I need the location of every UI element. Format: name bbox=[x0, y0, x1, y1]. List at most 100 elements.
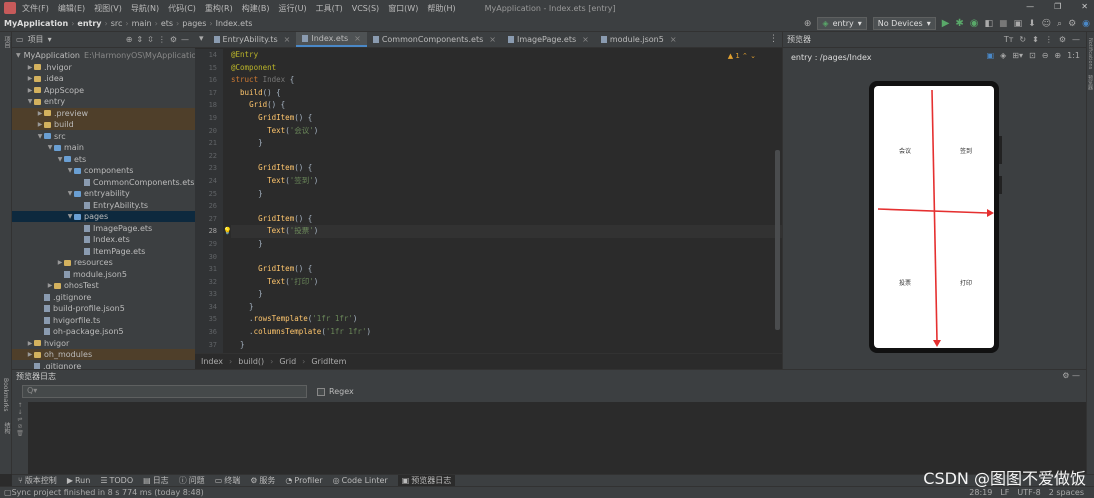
run-icon[interactable]: ▶ bbox=[942, 18, 950, 29]
warning-indicator[interactable]: ▲ 1 ⌃ ⌄ bbox=[728, 52, 756, 60]
profile-icon[interactable]: ◉ bbox=[970, 18, 979, 29]
breadcrumb-item[interactable]: Index.ets bbox=[216, 19, 253, 28]
code-line[interactable]: GridItem() { bbox=[231, 162, 782, 175]
soft-wrap-icon[interactable]: ⇌ bbox=[12, 416, 28, 423]
structure-tool-button[interactable]: 结构 bbox=[2, 422, 11, 434]
code-line[interactable]: Text('会议') bbox=[231, 125, 782, 138]
tree-folder[interactable]: ▼ pages bbox=[12, 211, 195, 222]
tree-file[interactable]: .gitignore bbox=[12, 292, 195, 303]
editor-tab[interactable]: CommonComponents.ets × bbox=[367, 32, 502, 47]
menu-item[interactable]: 帮助(H) bbox=[427, 3, 455, 14]
tool-window-button[interactable]: ◔ Profiler bbox=[285, 476, 322, 485]
tree-file[interactable]: hvigorfile.ts bbox=[12, 315, 195, 326]
tool-window-button[interactable]: ⑂ 版本控制 bbox=[18, 475, 57, 486]
zoom-out-icon[interactable]: ⊖ bbox=[1042, 51, 1049, 60]
close-icon[interactable]: ✕ bbox=[1081, 2, 1088, 11]
code-line[interactable]: Grid() { bbox=[231, 99, 782, 112]
expand-all-icon[interactable]: ⇕ bbox=[136, 35, 143, 44]
code-line[interactable]: GridItem() { bbox=[231, 213, 782, 226]
chevron-down-icon[interactable]: ▼ bbox=[66, 211, 74, 222]
tree-folder[interactable]: ▶ resources bbox=[12, 257, 195, 268]
editor-tab[interactable]: EntryAbility.ts × bbox=[208, 32, 297, 47]
stop-icon[interactable]: ■ bbox=[999, 19, 1008, 29]
chevron-down-icon[interactable]: ▼ bbox=[36, 131, 44, 142]
menu-item[interactable]: 代码(C) bbox=[168, 3, 196, 14]
tree-folder[interactable]: ▶ hvigor bbox=[12, 338, 195, 349]
chevron-right-icon[interactable]: ▶ bbox=[26, 62, 34, 73]
inspector-icon[interactable]: ▣ bbox=[987, 51, 995, 60]
code-line[interactable]: Text('签到') bbox=[231, 175, 782, 188]
menu-item[interactable]: 工具(T) bbox=[316, 3, 343, 14]
code-line[interactable]: @Component bbox=[231, 62, 782, 75]
run-config-select[interactable]: ◈ entry ▾ bbox=[817, 17, 867, 30]
close-icon[interactable]: × bbox=[354, 34, 361, 43]
tree-folder[interactable]: ▶ AppScope bbox=[12, 85, 195, 96]
tool-window-button[interactable]: ▭ 终端 bbox=[215, 475, 241, 486]
chevron-right-icon[interactable]: ▶ bbox=[36, 119, 44, 130]
chevron-right-icon[interactable]: ▶ bbox=[26, 349, 34, 360]
tree-folder[interactable]: ▶ .preview bbox=[12, 107, 195, 119]
close-icon[interactable]: × bbox=[582, 35, 589, 44]
gear-icon[interactable]: ⚙ bbox=[1068, 19, 1076, 29]
tree-file[interactable]: EntryAbility.ts bbox=[12, 200, 195, 211]
scroll-down-icon[interactable]: ↓ bbox=[12, 409, 28, 416]
chevron-right-icon[interactable]: ▶ bbox=[46, 280, 54, 291]
tree-file[interactable]: oh-package.json5 bbox=[12, 326, 195, 337]
device-select[interactable]: No Devices ▾ bbox=[872, 17, 936, 30]
delete-icon[interactable]: 🗑 bbox=[12, 430, 28, 437]
code-line[interactable]: GridItem() { bbox=[231, 263, 782, 276]
tree-file[interactable]: module.json5 bbox=[12, 269, 195, 280]
options-icon[interactable]: ⋮ bbox=[1045, 35, 1053, 44]
debug-icon[interactable]: ✱ bbox=[955, 18, 963, 29]
menu-item[interactable]: 重构(R) bbox=[205, 3, 233, 14]
tab-list-icon[interactable]: ▾ bbox=[195, 34, 208, 47]
notifications-tool-button[interactable]: Notifications bbox=[1087, 38, 1093, 69]
tree-folder[interactable]: ▼ entry bbox=[12, 96, 195, 107]
editor-scrollbar[interactable] bbox=[775, 150, 780, 330]
maximize-icon[interactable]: ❐ bbox=[1054, 2, 1061, 11]
code-line[interactable]: } bbox=[231, 288, 782, 301]
tree-file[interactable]: ItemPage.ets bbox=[12, 246, 195, 257]
code-line[interactable]: } bbox=[231, 137, 782, 150]
code-line[interactable]: } bbox=[231, 188, 782, 201]
hide-panel-icon[interactable]: — bbox=[1072, 371, 1080, 380]
close-icon[interactable]: × bbox=[670, 35, 677, 44]
grid-view-icon[interactable]: ⊞▾ bbox=[1012, 51, 1023, 60]
menu-item[interactable]: 窗口(W) bbox=[388, 3, 418, 14]
code-line[interactable]: } bbox=[231, 301, 782, 314]
chevron-right-icon[interactable]: ▶ bbox=[26, 73, 34, 84]
regex-checkbox[interactable]: Regex bbox=[317, 387, 354, 396]
gear-icon[interactable]: ⚙ bbox=[170, 35, 177, 44]
menu-item[interactable]: VCS(S) bbox=[352, 4, 379, 13]
locate-icon[interactable]: ⊕ bbox=[126, 35, 133, 44]
menu-item[interactable]: 编辑(E) bbox=[58, 3, 85, 14]
editor-breadcrumb-item[interactable]: GridItem bbox=[311, 357, 346, 366]
tree-folder[interactable]: ▼ ets bbox=[12, 154, 195, 165]
chevron-down-icon[interactable]: ▼ bbox=[26, 96, 34, 107]
menu-item[interactable]: 构建(B) bbox=[242, 3, 270, 14]
breadcrumb-item[interactable]: src bbox=[111, 19, 123, 28]
caret-position[interactable]: 28:19 bbox=[969, 488, 992, 497]
font-size-icon[interactable]: Tт bbox=[1004, 35, 1014, 44]
code-line[interactable] bbox=[231, 150, 782, 163]
code-line[interactable] bbox=[231, 200, 782, 213]
gear-icon[interactable]: ⚙ bbox=[1062, 371, 1069, 380]
previewer-tool-button[interactable]: 预览器 bbox=[1087, 75, 1094, 90]
code-line[interactable]: @Entry bbox=[231, 49, 782, 62]
code-area[interactable]: @Entry @Component struct Index { build() {… bbox=[223, 49, 782, 353]
sdk-icon[interactable]: ⬇ bbox=[1028, 19, 1036, 29]
menu-item[interactable]: 导航(N) bbox=[131, 3, 159, 14]
tree-folder[interactable]: ▶ .hvigor bbox=[12, 62, 195, 73]
breadcrumb-item[interactable]: MyApplication bbox=[4, 19, 68, 28]
tree-folder[interactable]: ▼ src bbox=[12, 131, 195, 142]
menu-item[interactable]: 文件(F) bbox=[22, 3, 49, 14]
tree-file[interactable]: CommonComponents.ets bbox=[12, 177, 195, 188]
tree-folder[interactable]: ▶ oh_modules bbox=[12, 349, 195, 360]
device-manager-icon[interactable]: ▣ bbox=[1014, 19, 1023, 29]
chevron-down-icon[interactable]: ▼ bbox=[16, 50, 21, 61]
chevron-right-icon[interactable]: ▶ bbox=[56, 257, 64, 268]
tree-folder[interactable]: ▼ main bbox=[12, 142, 195, 153]
scroll-up-icon[interactable]: ↑ bbox=[12, 402, 28, 409]
zoom-in-icon[interactable]: ⊕ bbox=[1054, 51, 1061, 60]
tool-window-button[interactable]: ◎ Code Linter bbox=[333, 476, 388, 485]
